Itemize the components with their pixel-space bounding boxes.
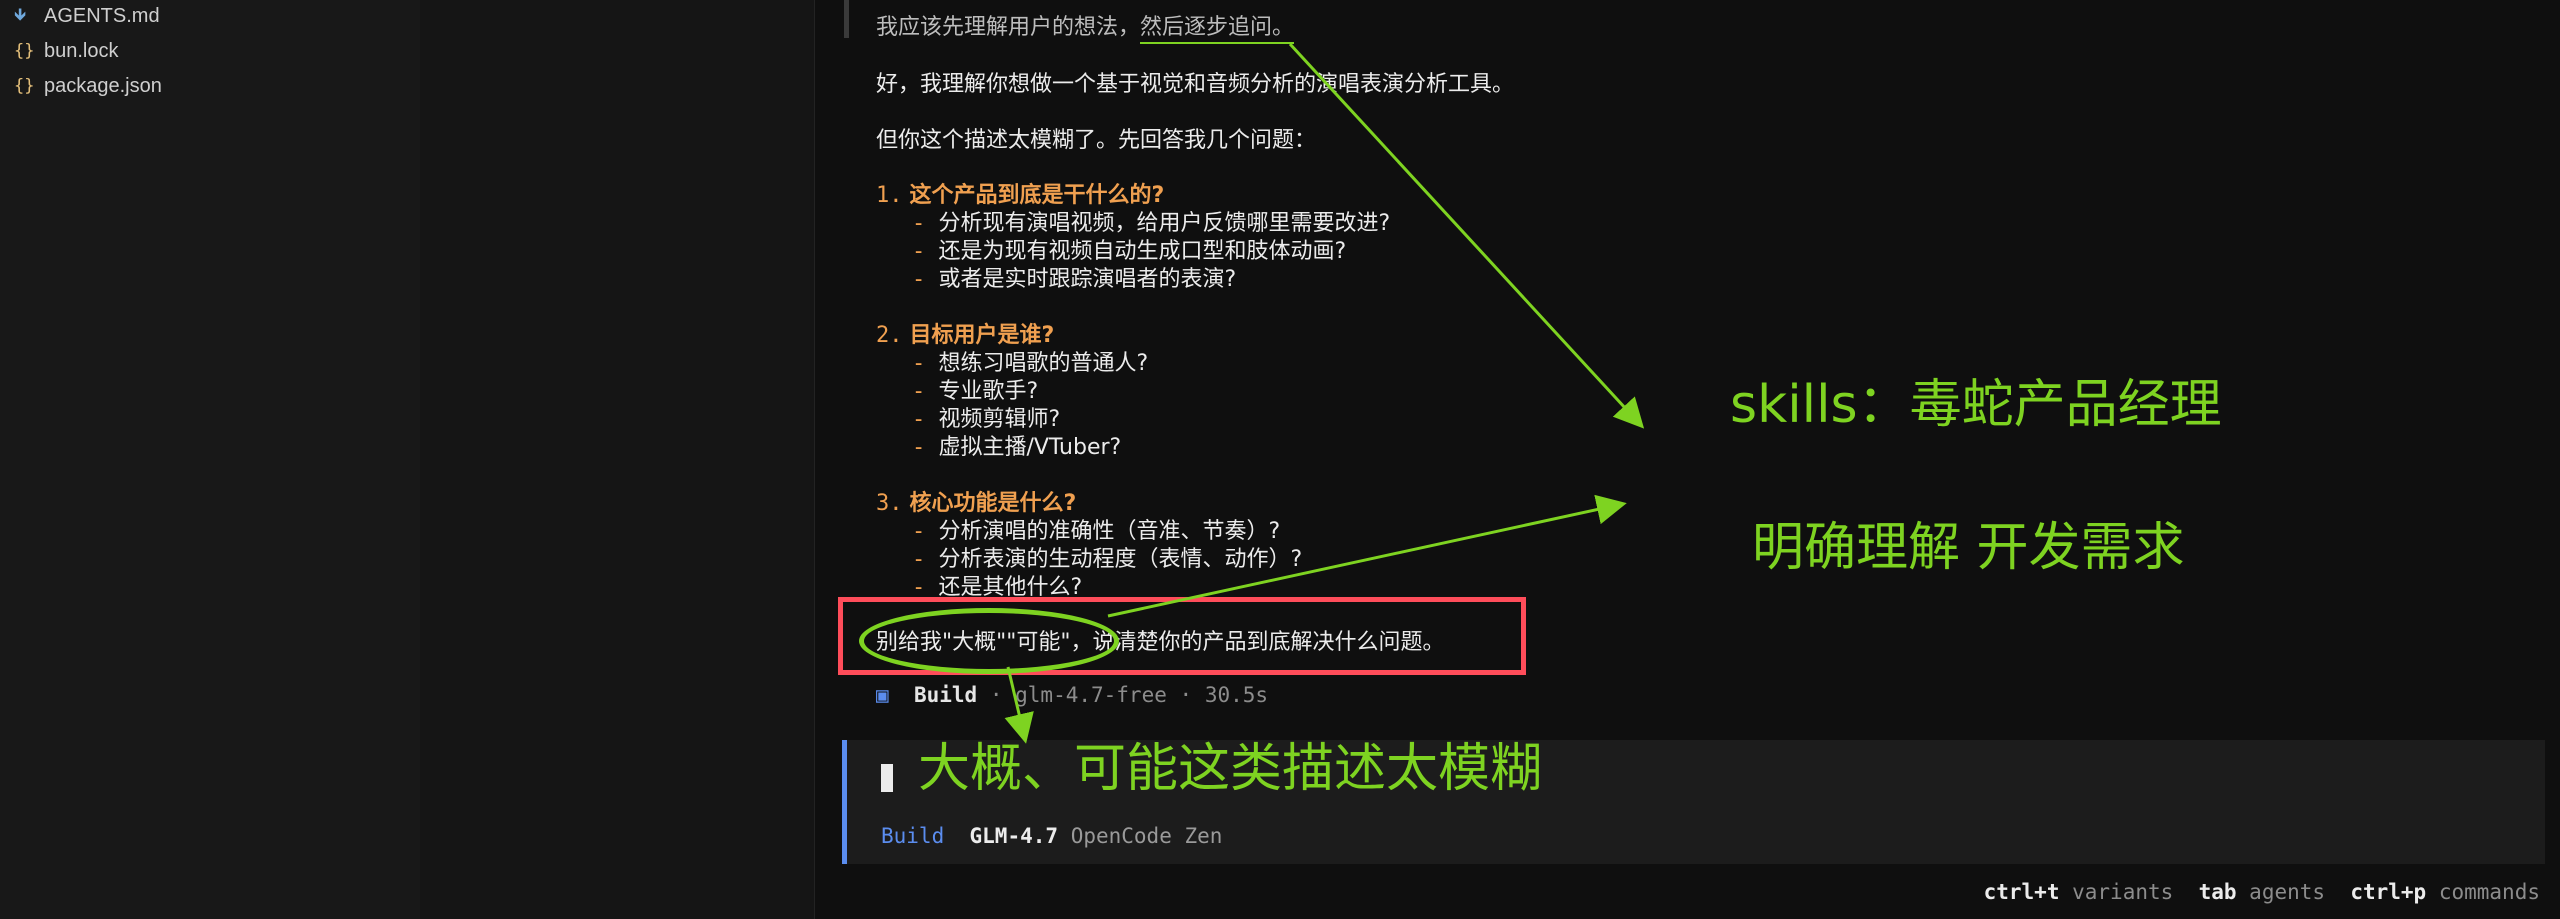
arrow-to-clarify (1107, 494, 1627, 618)
annotation-arrows (1004, 42, 1645, 744)
arrow-to-vague (1004, 666, 1034, 744)
arrow-to-skills (1288, 42, 1645, 429)
